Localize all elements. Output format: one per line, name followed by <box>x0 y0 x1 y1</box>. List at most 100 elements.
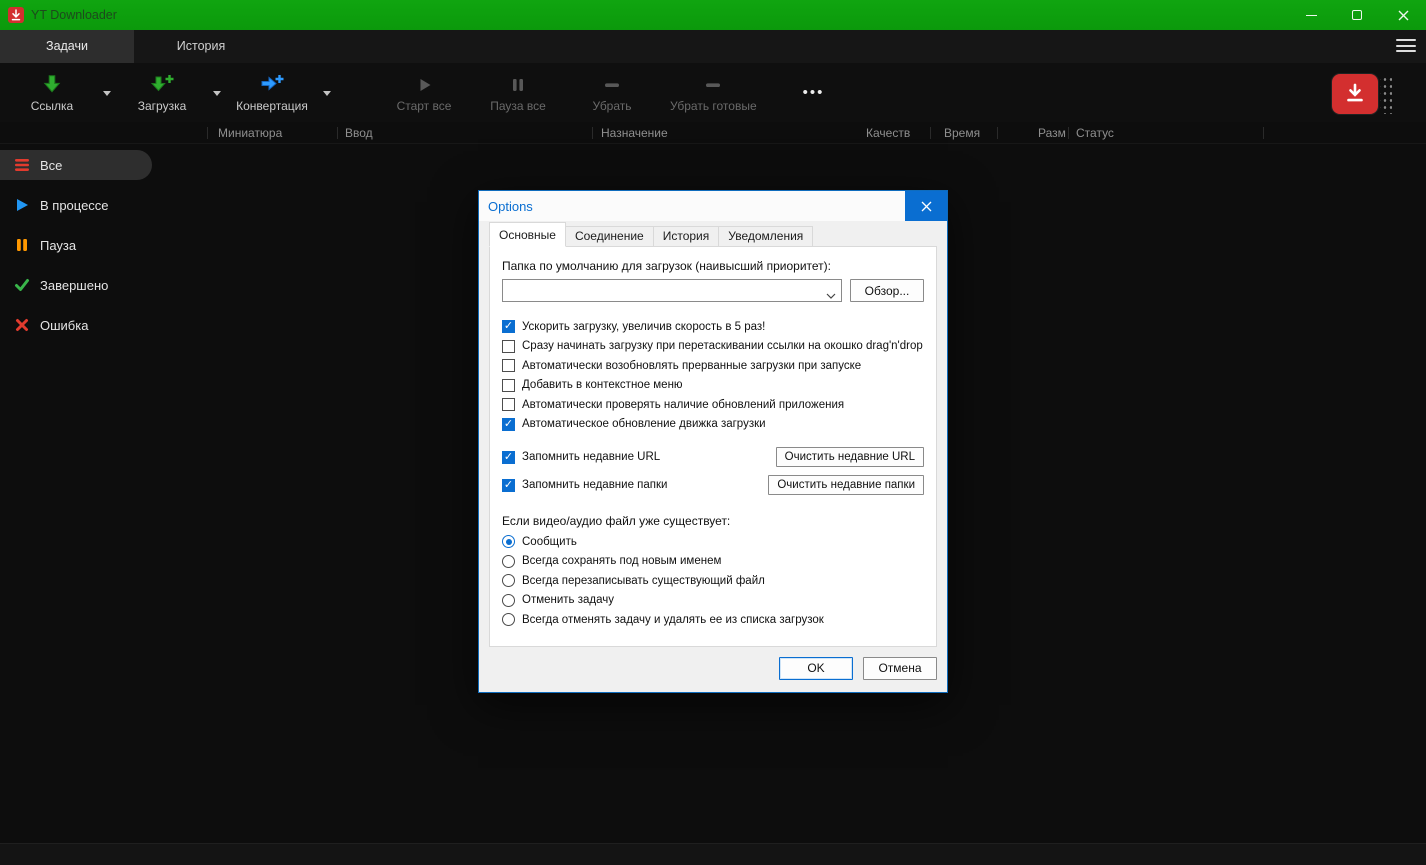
sidebar-item-error[interactable]: Ошибка <box>0 310 152 340</box>
radio-button[interactable] <box>502 593 515 607</box>
checkbox-row-start-on-drag[interactable]: Сразу начинать загрузку при перетаскиван… <box>502 337 924 357</box>
default-folder-combo[interactable] <box>502 279 842 302</box>
checkbox[interactable] <box>502 378 515 392</box>
ok-button[interactable]: OK <box>779 656 853 680</box>
recent-settings: Запомнить недавние URL Очистить недавние… <box>502 446 924 496</box>
tab-connection[interactable]: Соединение <box>564 226 654 247</box>
filter-sidebar: Все В процессе Пауза Завершено Ошибка <box>0 144 160 340</box>
toolbar: Ссылка Загрузка Конвертация Старт все Па… <box>0 63 1426 122</box>
checkbox[interactable] <box>502 320 515 334</box>
checkbox-row-resume-on-start[interactable]: Автоматически возобновлять прерванные за… <box>502 356 924 376</box>
options-close-button[interactable] <box>905 191 947 221</box>
checkbox[interactable] <box>502 398 515 412</box>
convert-button[interactable]: Конвертация <box>230 67 314 119</box>
add-link-dropdown[interactable] <box>94 67 120 119</box>
add-link-button[interactable]: Ссылка <box>10 67 94 119</box>
radio-button[interactable] <box>502 613 515 627</box>
tab-history[interactable]: История <box>134 30 268 63</box>
clear-recent-url-button[interactable]: Очистить недавние URL <box>775 447 924 467</box>
radio-row-save-new-name[interactable]: Всегда сохранять под новым именем <box>502 552 924 572</box>
radio-label: Всегда отменять задачу и удалять ее из с… <box>522 613 824 626</box>
close-button[interactable] <box>1380 0 1426 30</box>
tab-notifications[interactable]: Уведомления <box>718 226 814 247</box>
col-input[interactable]: Ввод <box>345 126 373 140</box>
add-link-label: Ссылка <box>30 98 74 113</box>
column-separator <box>337 127 338 139</box>
checkbox-row-engine-update[interactable]: Автоматическое обновление движка загрузк… <box>502 415 924 435</box>
add-download-button[interactable]: Загрузка <box>120 67 204 119</box>
col-time[interactable]: Время <box>944 126 980 140</box>
minimize-button[interactable] <box>1288 0 1334 30</box>
add-download-dropdown[interactable] <box>204 67 230 119</box>
col-thumbnail[interactable]: Миниатюра <box>218 126 282 140</box>
checkbox[interactable] <box>502 339 515 353</box>
remove-finished-label: Убрать готовые <box>670 98 757 113</box>
checkbox-row-context-menu[interactable]: Добавить в контекстное меню <box>502 376 924 396</box>
radio-row-ask[interactable]: Сообщить <box>502 532 924 552</box>
play-icon <box>414 73 434 95</box>
sidebar-item-label: Ошибка <box>40 317 89 333</box>
checkbox-label: Ускорить загрузку, увеличив скорость в 5… <box>522 320 766 333</box>
checkbox[interactable] <box>502 478 515 492</box>
col-quality[interactable]: Качеств <box>866 126 910 140</box>
options-dialog-titlebar: Options <box>479 191 947 221</box>
options-tab-page: Папка по умолчанию для загрузок (наивысш… <box>489 246 937 647</box>
remove-button[interactable]: Убрать <box>570 67 654 119</box>
remove-finished-icon <box>703 73 723 95</box>
checkbox-row-check-updates[interactable]: Автоматически проверять наличие обновлен… <box>502 395 924 415</box>
radio-row-overwrite[interactable]: Всегда перезаписывать существующий файл <box>502 571 924 591</box>
chevron-down-icon <box>213 90 221 100</box>
tab-general[interactable]: Основные <box>489 222 566 247</box>
drag-handle-dots-icon[interactable] <box>1380 74 1392 114</box>
convert-dropdown[interactable] <box>314 67 340 119</box>
start-all-button[interactable]: Старт все <box>382 67 466 119</box>
dragdrop-widget[interactable] <box>1332 74 1392 114</box>
column-separator <box>1068 127 1069 139</box>
radio-row-cancel-and-remove[interactable]: Всегда отменять задачу и удалять ее из с… <box>502 610 924 630</box>
maximize-icon <box>1352 10 1362 20</box>
radio-label: Сообщить <box>522 535 577 548</box>
maximize-button[interactable] <box>1334 0 1380 30</box>
radio-button[interactable] <box>502 554 515 568</box>
window-title: YT Downloader <box>31 8 117 22</box>
radio-label: Всегда сохранять под новым именем <box>522 555 722 568</box>
radio-button[interactable] <box>502 574 515 588</box>
download-plus-icon <box>149 73 175 95</box>
sidebar-item-label: В процессе <box>40 197 109 213</box>
column-separator <box>997 127 998 139</box>
radio-row-cancel-task[interactable]: Отменить задачу <box>502 591 924 611</box>
checkbox[interactable] <box>502 450 515 464</box>
menu-hamburger-icon[interactable] <box>1396 39 1416 52</box>
sidebar-item-finished[interactable]: Завершено <box>0 270 152 300</box>
sidebar-item-all[interactable]: Все <box>0 150 152 180</box>
convert-label: Конвертация <box>236 98 308 113</box>
minimize-icon <box>1305 14 1317 16</box>
tab-history[interactable]: История <box>652 226 720 247</box>
play-icon <box>14 197 30 213</box>
dragdrop-download-icon[interactable] <box>1332 74 1378 114</box>
close-icon <box>1398 10 1408 20</box>
default-folder-input[interactable] <box>503 280 841 301</box>
combo-chevron-down-icon[interactable] <box>826 288 836 302</box>
convert-plus-icon <box>259 73 285 95</box>
col-size[interactable]: Разм <box>1038 126 1066 140</box>
clear-recent-folders-button[interactable]: Очистить недавние папки <box>768 475 924 495</box>
browse-button[interactable]: Обзор... <box>850 279 924 302</box>
col-status[interactable]: Статус <box>1076 126 1114 140</box>
sidebar-item-label: Все <box>40 157 63 173</box>
col-destination[interactable]: Назначение <box>601 126 668 140</box>
remove-finished-button[interactable]: Убрать готовые <box>664 67 763 119</box>
sidebar-item-in-progress[interactable]: В процессе <box>0 190 152 220</box>
tab-tasks[interactable]: Задачи <box>0 30 134 63</box>
remember-folders-label: Запомнить недавние папки <box>522 479 668 491</box>
checkbox[interactable] <box>502 359 515 373</box>
more-actions-button[interactable]: ••• <box>793 67 835 119</box>
link-download-icon <box>41 73 63 95</box>
checkbox-row-speedup[interactable]: Ускорить загрузку, увеличив скорость в 5… <box>502 317 924 337</box>
pause-all-button[interactable]: Пауза все <box>476 67 560 119</box>
radio-button[interactable] <box>502 535 515 549</box>
radio-label: Всегда перезаписывать существующий файл <box>522 574 765 587</box>
checkbox[interactable] <box>502 417 515 431</box>
sidebar-item-paused[interactable]: Пауза <box>0 230 152 260</box>
cancel-button[interactable]: Отмена <box>863 656 937 680</box>
